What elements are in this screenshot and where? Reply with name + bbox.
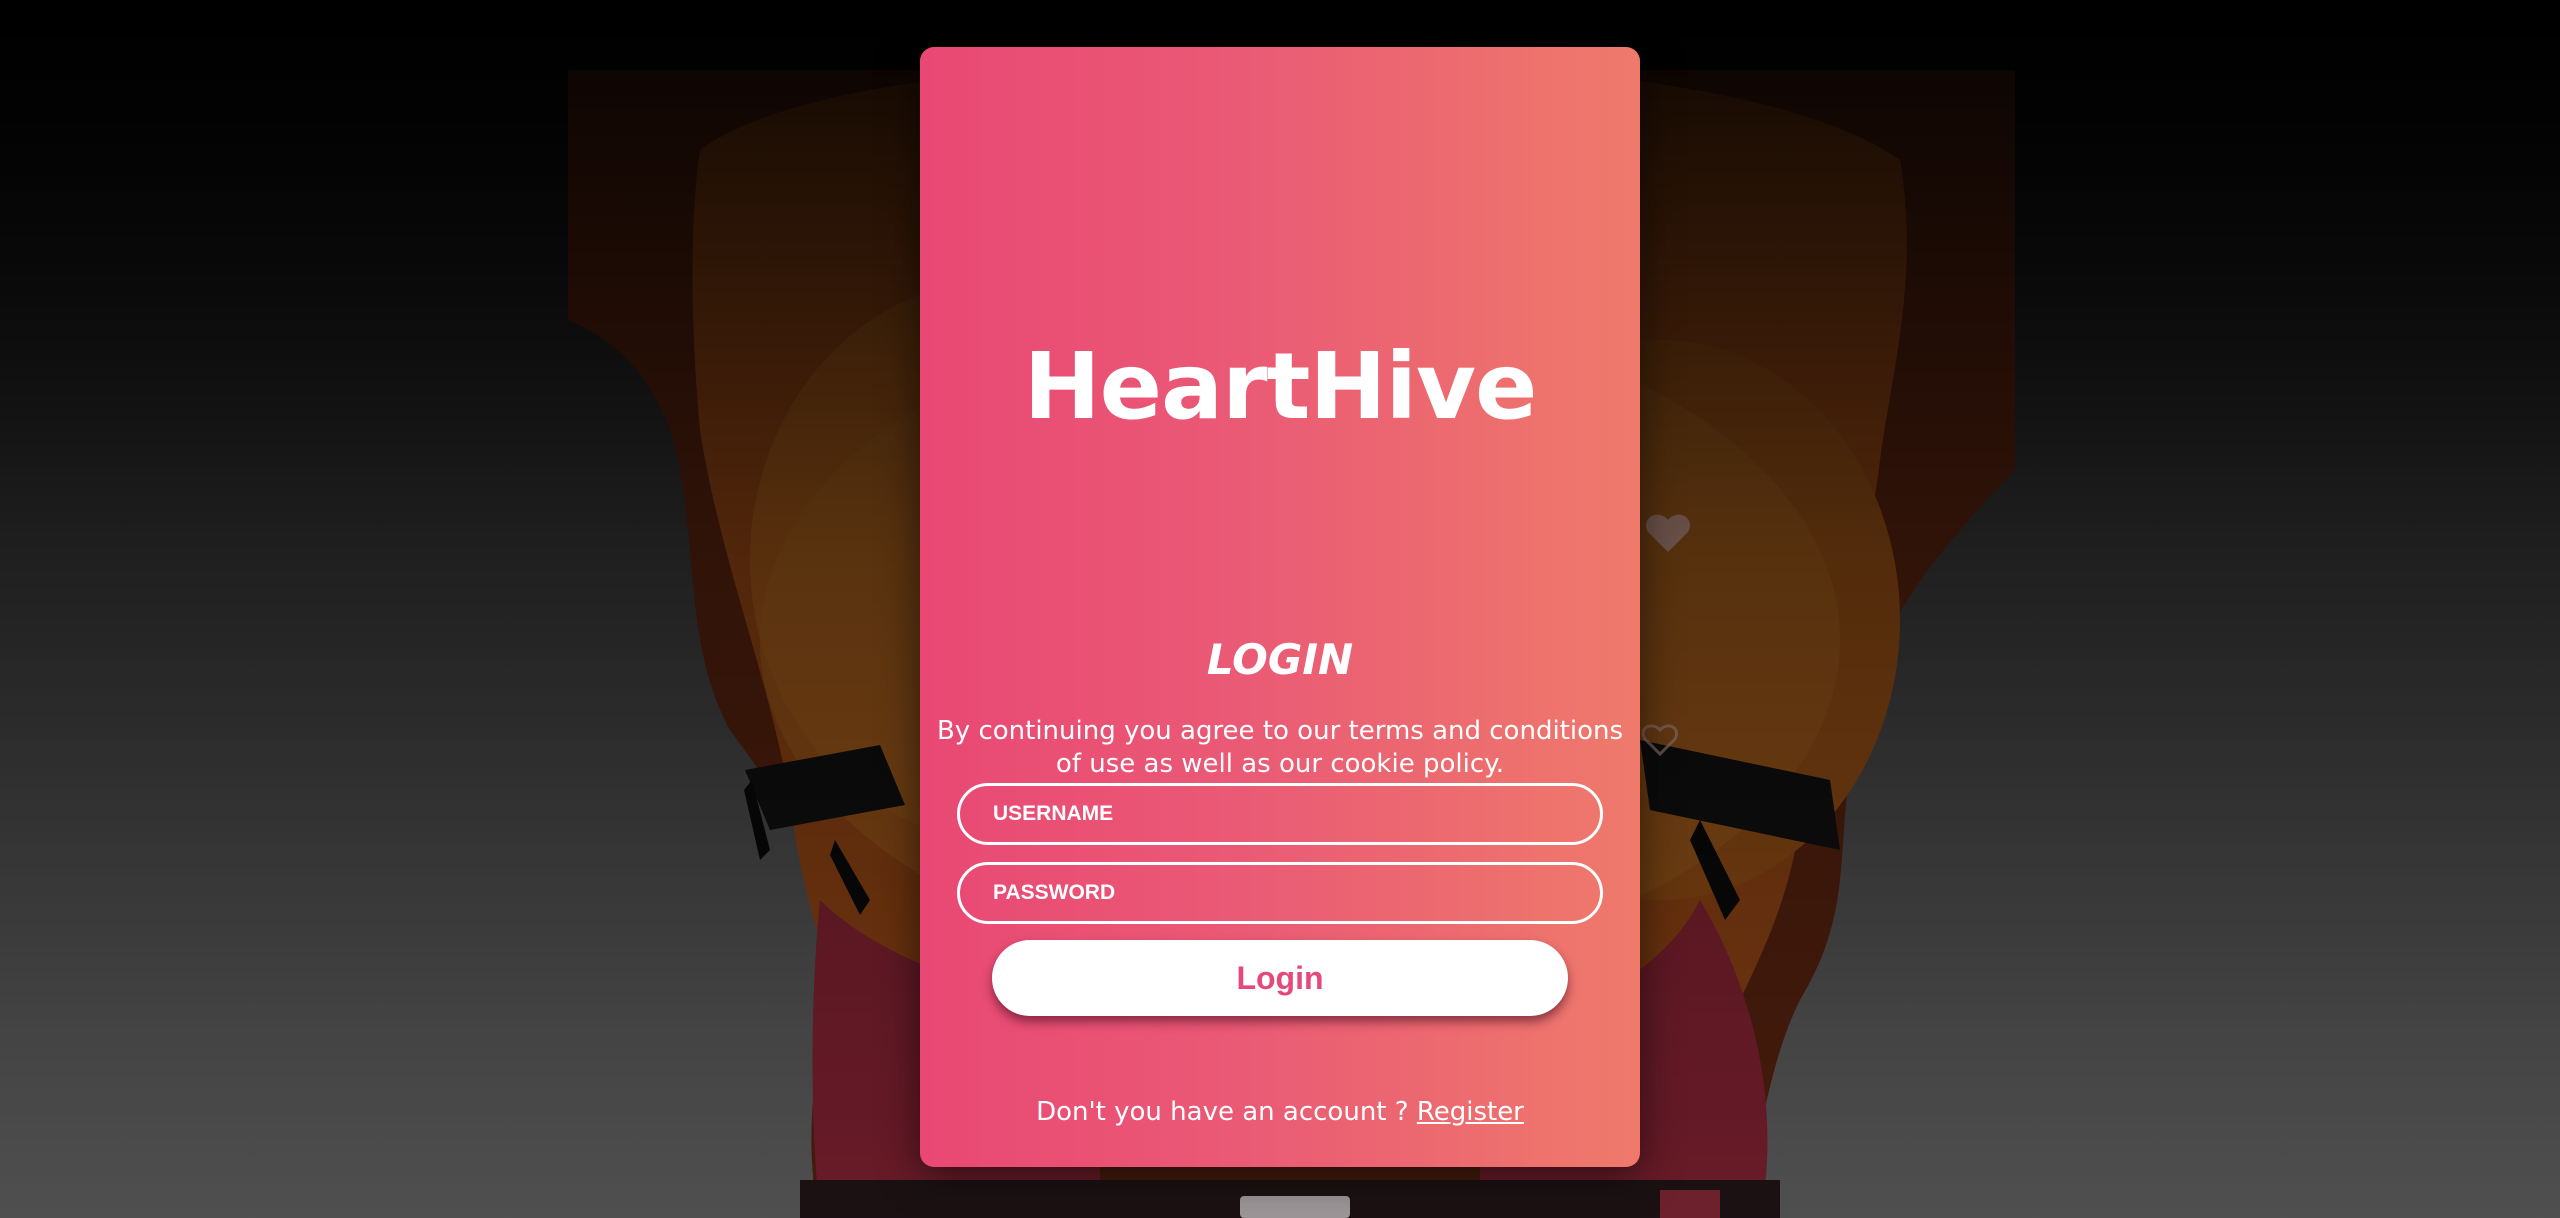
password-input[interactable] bbox=[957, 862, 1603, 924]
no-account-text: Don't you have an account ? bbox=[1036, 1097, 1409, 1127]
register-prompt: Don't you have an account ? Register bbox=[920, 1095, 1640, 1129]
brand-title: HeartHive bbox=[1023, 333, 1538, 440]
username-input[interactable] bbox=[957, 783, 1603, 845]
login-button[interactable]: Login bbox=[992, 940, 1568, 1016]
terms-text: By continuing you agree to our terms and… bbox=[936, 716, 1624, 779]
login-page: HeartHive LOGIN By continuing you agree … bbox=[0, 0, 2560, 1218]
register-link[interactable]: Register bbox=[1417, 1097, 1524, 1127]
login-card: HeartHive LOGIN By continuing you agree … bbox=[920, 47, 1640, 1167]
login-heading: LOGIN bbox=[1206, 635, 1354, 684]
